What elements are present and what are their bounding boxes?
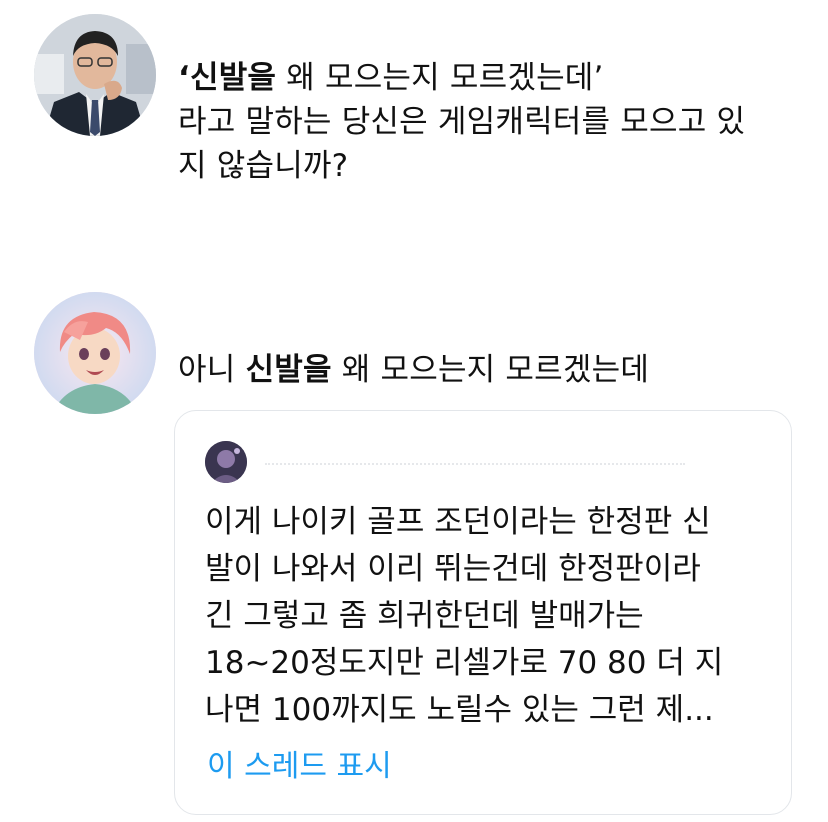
quoted-tweet-card[interactable]: 이게 나이키 골프 조던이라는 한정판 신 발이 나와서 이리 뛰는건데 한정판… (174, 410, 792, 815)
quoted-line-3: 긴 그렇고 좀 희귀한던데 발매가는 (205, 598, 644, 634)
tweet-mid-suffix: 왜 모으는지 모르겠는데 (331, 352, 650, 388)
tweet-top-line-1: ‘신발을 왜 모으는지 모르겠는데’ (178, 56, 745, 100)
tweet-top-bold-word: 신발을 (189, 60, 277, 96)
tweet-text-top: ‘신발을 왜 모으는지 모르겠는데’ 라고 말하는 당신은 게임캐릭터를 모으고… (178, 56, 745, 188)
tweet-mid-prefix: 아니 (178, 352, 246, 388)
tweet-text-mid: 아니 신발을 왜 모으는지 모르겠는데 (178, 348, 649, 392)
tweet-top-line-2: 라고 말하는 당신은 게임캐릭터를 모으고 있 (178, 104, 746, 140)
tweet-top-line-3: 지 않습니까? (178, 148, 349, 184)
avatar-anime-character[interactable] (34, 292, 156, 414)
show-thread-link[interactable]: 이 스레드 표시 (207, 741, 392, 785)
tweet-mid-line: 아니 신발을 왜 모으는지 모르겠는데 (178, 348, 649, 392)
quoted-line-4: 18~20정도지만 리셀가로 70 80 더 지 (205, 645, 724, 681)
quoted-user-name-redacted (265, 463, 685, 473)
quoted-line-1: 이게 나이키 골프 조던이라는 한정판 신 (205, 504, 711, 540)
quoted-user-avatar[interactable] (205, 441, 247, 483)
anime-character-icon (34, 292, 156, 414)
user-avatar-icon (205, 441, 247, 483)
man-in-suit-icon (34, 14, 156, 136)
quoted-line-2: 발이 나와서 이리 뛰는건데 한정판이라 (205, 551, 701, 587)
quoted-tweet-text: 이게 나이키 골프 조던이라는 한정판 신 발이 나와서 이리 뛰는건데 한정판… (205, 499, 723, 734)
tweet-mid-bold-word: 신발을 (245, 352, 332, 388)
quoted-line-5: 나면 100까지도 노릴수 있는 그런 제... (205, 692, 714, 728)
tweet-top-quote-open: ‘ (178, 60, 190, 96)
avatar-man-suit[interactable] (34, 14, 156, 136)
tweet-top-line1-rest: 왜 모으는지 모르겠는데’ (276, 60, 604, 96)
